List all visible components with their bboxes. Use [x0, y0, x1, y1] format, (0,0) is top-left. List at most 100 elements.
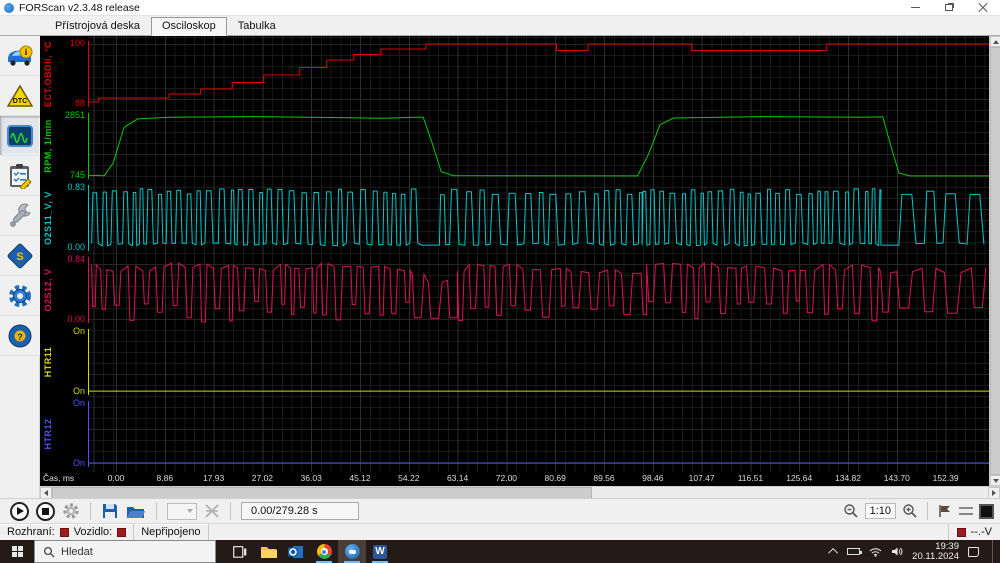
title-bar: FORScan v2.3.48 release: [0, 0, 1000, 16]
time-tick: 54.22: [398, 473, 419, 483]
time-tick: 152.39: [933, 473, 959, 483]
statusbar-spacer: [209, 524, 949, 540]
wifi-icon[interactable]: [869, 547, 882, 557]
action-center-icon[interactable]: [968, 547, 979, 557]
speaker-icon[interactable]: [891, 546, 903, 557]
open-folder-icon: [126, 503, 146, 520]
time-tick: 143.70: [884, 473, 910, 483]
sidebar-oscilloscope-button[interactable]: [0, 116, 40, 156]
minimize-icon: [911, 7, 920, 8]
channel-trace-htr11[interactable]: [88, 326, 989, 398]
sidebar-dtc-button[interactable]: DTC: [0, 76, 40, 116]
folder-icon: [260, 545, 277, 559]
zoom-out-button[interactable]: [843, 503, 859, 519]
channel-max-ect: 100: [40, 38, 85, 48]
marker-flag-icon: [937, 504, 953, 518]
right-arrow-icon: [992, 490, 996, 496]
vertical-scroll-thumb[interactable]: [990, 47, 1000, 475]
time-tick: 125.64: [786, 473, 812, 483]
time-tick: 107.47: [689, 473, 715, 483]
scroll-up-button[interactable]: [990, 36, 1000, 47]
marker-mode-button[interactable]: [937, 504, 953, 518]
channel-trace-o2s11[interactable]: [88, 182, 989, 254]
car-info-icon: i: [6, 44, 34, 68]
channel-trace-htr12[interactable]: [88, 398, 989, 470]
svg-text:DTC: DTC: [13, 98, 27, 105]
time-tick: 116.51: [738, 473, 763, 483]
play-button[interactable]: [10, 502, 29, 521]
channel-max-htr11: On: [40, 326, 85, 336]
stop-icon: [42, 508, 49, 515]
channel-max-rpm: 2851: [40, 110, 85, 120]
svg-text:S: S: [16, 251, 23, 263]
oscilloscope-chart[interactable]: ECT.OBDII, °C10088RPM, 1/min2851745O2S11…: [40, 36, 989, 486]
task-view-icon: [233, 546, 247, 558]
vertical-scrollbar[interactable]: [989, 36, 1000, 486]
battery-icon[interactable]: [847, 548, 860, 555]
search-icon: [43, 546, 55, 558]
transport-toolbar: 0.00/279.28 s 1:10: [0, 498, 1000, 523]
signal-select-dropdown[interactable]: [167, 503, 197, 520]
voltage-value: --.-V: [971, 526, 992, 538]
load-button[interactable]: [126, 503, 146, 520]
tab-tabulka[interactable]: Tabulka: [227, 17, 287, 36]
tab-strip: Přístrojová deskaOsciloskopTabulka: [0, 16, 1000, 36]
show-desktop-button[interactable]: [992, 540, 996, 563]
chip-icon: S: [7, 243, 33, 269]
window-title: FORScan v2.3.48 release: [19, 2, 140, 14]
record-settings-button[interactable]: [62, 502, 80, 520]
time-tick: 80.69: [545, 473, 566, 483]
channel-trace-ect[interactable]: [88, 38, 989, 110]
time-tick: 27.02: [252, 473, 273, 483]
sidebar-service-button[interactable]: [0, 196, 40, 236]
forscan-window: FORScan v2.3.48 release Přístrojová desk…: [0, 0, 1000, 563]
sidebar-settings-button[interactable]: [0, 276, 40, 316]
taskbar-clock[interactable]: 19:39 20.11.2024: [912, 542, 959, 562]
tab-p-strojov-deska[interactable]: Přístrojová deska: [44, 17, 151, 36]
outlook-button[interactable]: [282, 540, 310, 563]
vehicle-status-led: [117, 528, 126, 537]
channel-traces: ECT.OBDII, °C10088RPM, 1/min2851745O2S11…: [40, 38, 989, 470]
sidebar-help-button[interactable]: ?: [0, 316, 40, 356]
time-axis-label: Čas, ms: [43, 473, 74, 483]
background-color-button[interactable]: [979, 504, 994, 519]
connection-panel: Rozhraní: Vozidlo:: [0, 524, 134, 540]
grid-lines-button[interactable]: [959, 507, 973, 515]
tab-osciloskop[interactable]: Osciloskop: [151, 17, 227, 36]
sidebar-tests-button[interactable]: [0, 156, 40, 196]
clear-cross-icon: [204, 503, 220, 519]
oscilloscope-icon: [7, 124, 33, 148]
steering-wheel-help-icon: ?: [7, 323, 33, 349]
channel-row-htr12: HTR12OnOn: [40, 398, 989, 470]
forscan-taskbar-button[interactable]: [338, 540, 366, 563]
scroll-down-button[interactable]: [990, 475, 1000, 486]
time-tick: 45.12: [349, 473, 370, 483]
gear-gray-icon: [62, 502, 80, 520]
zoom-scale-display: 1:10: [865, 503, 896, 519]
minimize-button[interactable]: [898, 0, 932, 15]
sidebar-vehicle-info-button[interactable]: i: [0, 36, 40, 76]
zoom-in-button[interactable]: [902, 503, 918, 519]
channel-row-o2s11: O2S11_V, V0.830.00: [40, 182, 989, 254]
restore-button[interactable]: [932, 0, 966, 15]
clear-button[interactable]: [204, 503, 220, 519]
stop-button[interactable]: [36, 502, 55, 521]
word-button[interactable]: W: [366, 540, 394, 563]
chrome-button[interactable]: [310, 540, 338, 563]
down-arrow-icon: [993, 479, 999, 483]
taskbar-search-input[interactable]: Hledat: [34, 540, 216, 563]
file-explorer-button[interactable]: [254, 540, 282, 563]
task-view-button[interactable]: [226, 540, 254, 563]
channel-min-htr12: On: [40, 458, 85, 468]
save-button[interactable]: [101, 502, 119, 520]
hidden-icons-chevron[interactable]: [828, 548, 838, 558]
magnifier-minus-icon: [843, 503, 859, 519]
channel-trace-rpm[interactable]: [88, 110, 989, 182]
sidebar-programming-button[interactable]: S: [0, 236, 40, 276]
forscan-icon: [345, 544, 360, 559]
start-button[interactable]: [0, 540, 34, 563]
horizontal-scrollbar[interactable]: [40, 486, 1000, 498]
channel-min-ect: 88: [40, 98, 85, 108]
close-button[interactable]: [966, 0, 1000, 15]
channel-trace-o2s12[interactable]: [88, 254, 989, 326]
